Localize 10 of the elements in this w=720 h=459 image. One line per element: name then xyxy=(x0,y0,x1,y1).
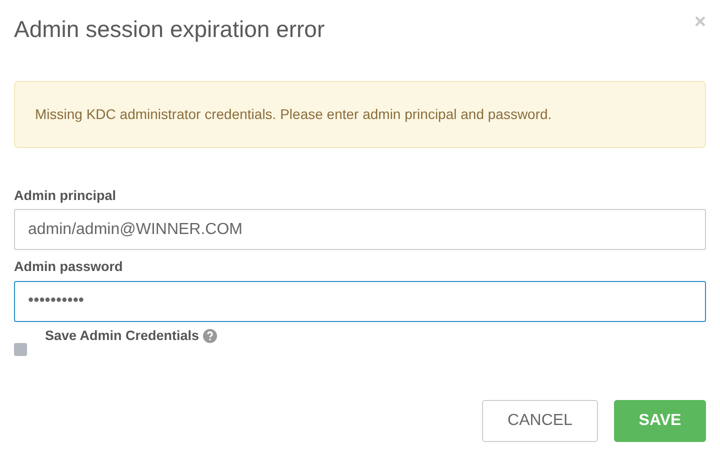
input-field[interactable]: admin/admin@WINNER.COM xyxy=(14,209,706,250)
input-field[interactable]: •••••••••• xyxy=(14,280,706,322)
cancel-button[interactable]: CANCEL xyxy=(482,400,598,442)
alert-message: Missing KDC administrator credentials. Please enter admin principal and password. xyxy=(14,81,706,148)
save-credentials-label: Save Admin Credentials xyxy=(45,326,200,344)
dialog-title: Admin session expiration error xyxy=(14,15,325,44)
help-icon[interactable] xyxy=(203,328,218,343)
save-credentials-checkbox[interactable] xyxy=(14,342,27,356)
field-label: Admin principal xyxy=(14,187,118,205)
field-label: Admin password xyxy=(14,258,124,276)
